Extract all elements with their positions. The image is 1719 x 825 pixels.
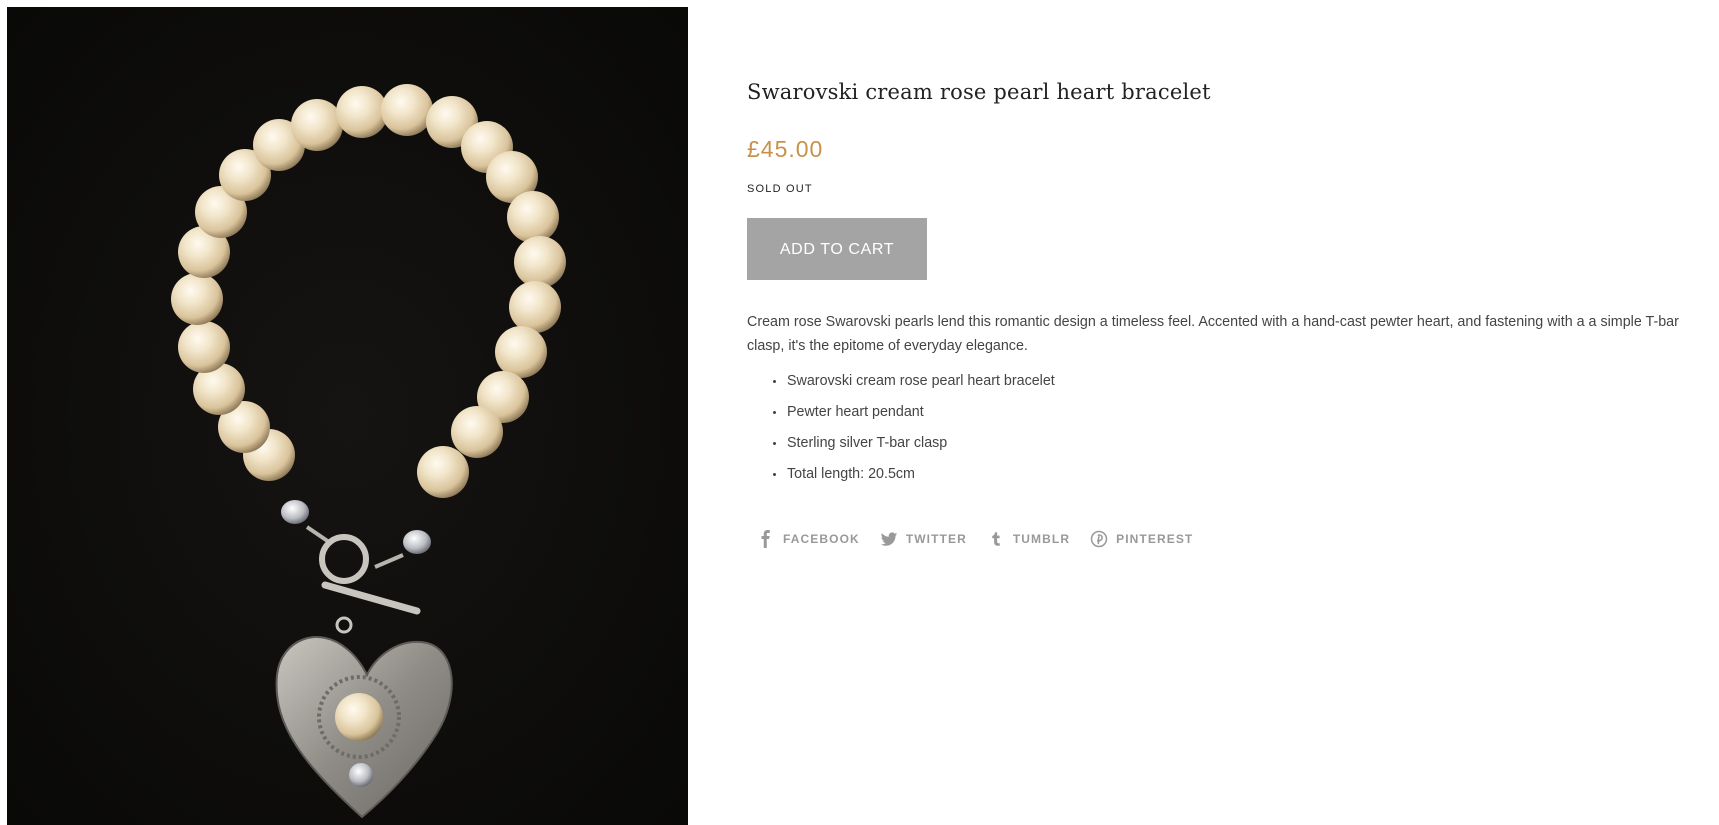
product-price: £45.00 [747,136,824,163]
product-description: Cream rose Swarovski pearls lend this ro… [747,314,1679,355]
share-pinterest-label: PINTEREST [1116,532,1194,547]
list-item: Total length: 20.5cm [773,464,1712,484]
product-image[interactable] [7,7,688,825]
product-features-list: Swarovski cream rose pearl heart bracele… [747,371,1712,484]
share-pinterest-link[interactable]: PINTEREST [1090,530,1193,548]
product-page: Swarovski cream rose pearl heart bracele… [0,0,1719,825]
add-to-cart-button[interactable]: ADD TO CART [747,218,927,281]
share-twitter-label: TWITTER [905,532,967,547]
pearl-bead [291,99,343,151]
pearl-bead [509,281,561,333]
pinterest-icon [1090,530,1108,548]
pearl-bead [381,84,433,136]
product-title: Swarovski cream rose pearl heart bracele… [747,80,1211,104]
pearl-bead [514,236,566,288]
pearl-bead [336,86,388,138]
tumblr-icon [987,530,1005,548]
share-facebook-link[interactable]: FACEBOOK [757,530,860,549]
list-item: Swarovski cream rose pearl heart bracele… [773,371,1712,391]
share-tumblr-link[interactable]: TUMBLR [987,530,1070,548]
share-twitter-link[interactable]: TWITTER [880,530,967,548]
pearl-bead [171,273,223,325]
list-item: Pewter heart pendant [773,402,1712,422]
availability-status: SOLD OUT [747,183,813,196]
social-share-bar: FACEBOOK TWITTER TUMBLR PINTEREST [747,530,1712,549]
share-facebook-label: FACEBOOK [783,532,860,547]
pearl-bead [178,321,230,373]
pearl-bead [417,446,469,498]
twitter-icon [880,530,898,548]
list-item: Sterling silver T-bar clasp [773,433,1712,453]
pearl-bead [451,406,503,458]
product-info: Swarovski cream rose pearl heart bracele… [747,80,1712,549]
facebook-icon [757,530,775,549]
share-tumblr-label: TUMBLR [1012,532,1071,547]
pearl-bead [495,326,547,378]
bracelet-illustration [7,7,688,825]
pearl-bead [507,191,559,243]
